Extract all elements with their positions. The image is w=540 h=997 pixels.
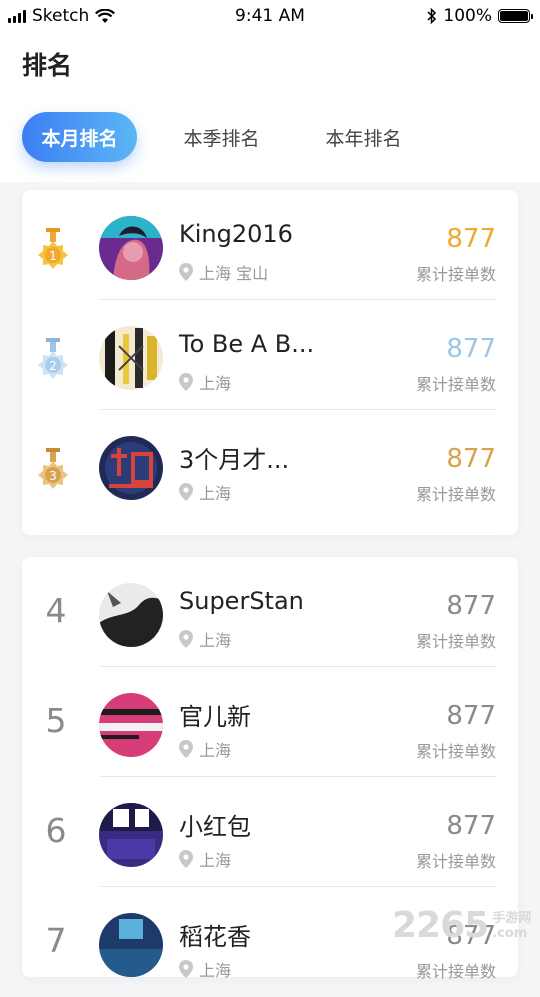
user-name: 小红包 [179,813,251,841]
user-location: 上海 [179,847,231,871]
silver-medal-icon: 2 [38,338,68,379]
bronze-medal-icon: 3 [38,448,68,489]
page-title: 排名 [22,51,73,80]
status-bar: Sketch 9:41 AM 100% [0,0,540,32]
user-name: 稻花香 [179,923,251,951]
bluetooth-icon [427,8,437,24]
rank-number: 6 [45,811,67,850]
avatar [99,216,163,280]
location-text: 上海 [199,961,232,980]
order-count: 877 [446,334,496,364]
location-pin-icon [179,960,193,978]
status-right: 100% [427,6,533,26]
user-location: 上海 [179,370,231,394]
avatar [99,326,163,390]
order-count-label: 累计接单数 [415,852,496,871]
avatar [99,583,163,647]
medal-rank-text: 1 [49,249,57,263]
location-text: 上海 [199,631,232,650]
watermark-side: 手游网 .com [492,911,531,941]
order-count-label: 累计接单数 [415,485,496,504]
rank-row-6[interactable]: 6 小红包 上海 877 累计接单数 [22,777,518,887]
order-count-label: 累计接单数 [415,632,496,651]
tab-monthly[interactable]: 本月排名 [22,112,137,162]
tab-quarterly[interactable]: 本季排名 [164,112,279,162]
gold-medal-icon: 1 [38,228,68,269]
battery-percent: 100% [443,6,492,26]
rank-number: 7 [45,921,67,960]
order-count-label: 累计接单数 [415,962,496,981]
medal-rank-text: 3 [49,469,57,483]
user-location: 上海 [179,480,231,504]
location-pin-icon [179,373,193,391]
user-name: To Be A B... [179,330,315,358]
location-text: 上海 [199,484,232,503]
battery-icon [498,9,533,23]
rank-row-5[interactable]: 5 官儿新 上海 877 累计接单数 [22,667,518,777]
rank-row-1[interactable]: 1 King2016 上海 宝山 877 累计接单数 [22,190,518,300]
user-location: 上海 [179,737,231,761]
location-pin-icon [179,483,193,501]
watermark-brand: 手游网 [492,910,532,926]
order-count: 877 [446,224,496,254]
site-watermark: 2265 手游网 .com [392,905,531,946]
user-location: 上海 宝山 [179,260,268,284]
avatar [99,913,163,977]
rank-number: 5 [45,701,67,740]
location-pin-icon [179,740,193,758]
location-pin-icon [179,630,193,648]
location-text: 上海 [199,741,232,760]
order-count: 877 [446,701,496,731]
user-name: King2016 [179,220,293,248]
order-count: 877 [446,591,496,621]
watermark-suffix: .com [492,925,528,941]
ranking-tabs: 本月排名 本季排名 本年排名 [22,112,448,162]
order-count-label: 累计接单数 [415,265,496,284]
rank-row-4[interactable]: 4 SuperStan 上海 877 累计接单数 [22,557,518,667]
user-name: SuperStan [179,587,304,615]
medal-rank-text: 2 [49,359,57,373]
user-location: 上海 [179,957,231,981]
rank-number: 4 [45,591,67,630]
rank-row-3[interactable]: 3 3个月才... 上海 877 累计接单数 [22,410,518,520]
avatar [99,693,163,757]
avatar [99,436,163,500]
watermark-number: 2265 [392,905,489,946]
location-pin-icon [179,850,193,868]
top-three-card: 1 King2016 上海 宝山 877 累计接单数 2 To Be A B..… [22,190,518,535]
location-pin-icon [179,263,193,281]
user-name: 3个月才... [179,446,290,474]
order-count: 877 [446,811,496,841]
user-location: 上海 [179,627,231,651]
order-count: 877 [446,444,496,474]
tab-yearly[interactable]: 本年排名 [306,112,421,162]
user-name: 官儿新 [179,703,251,731]
location-text: 上海 [199,374,232,393]
location-text: 上海 宝山 [199,264,269,283]
header: 排名 本月排名 本季排名 本年排名 [0,32,540,182]
rank-row-2[interactable]: 2 To Be A B... 上海 877 累计接单数 [22,300,518,410]
avatar [99,803,163,867]
order-count-label: 累计接单数 [415,742,496,761]
location-text: 上海 [199,851,232,870]
order-count-label: 累计接单数 [415,375,496,394]
